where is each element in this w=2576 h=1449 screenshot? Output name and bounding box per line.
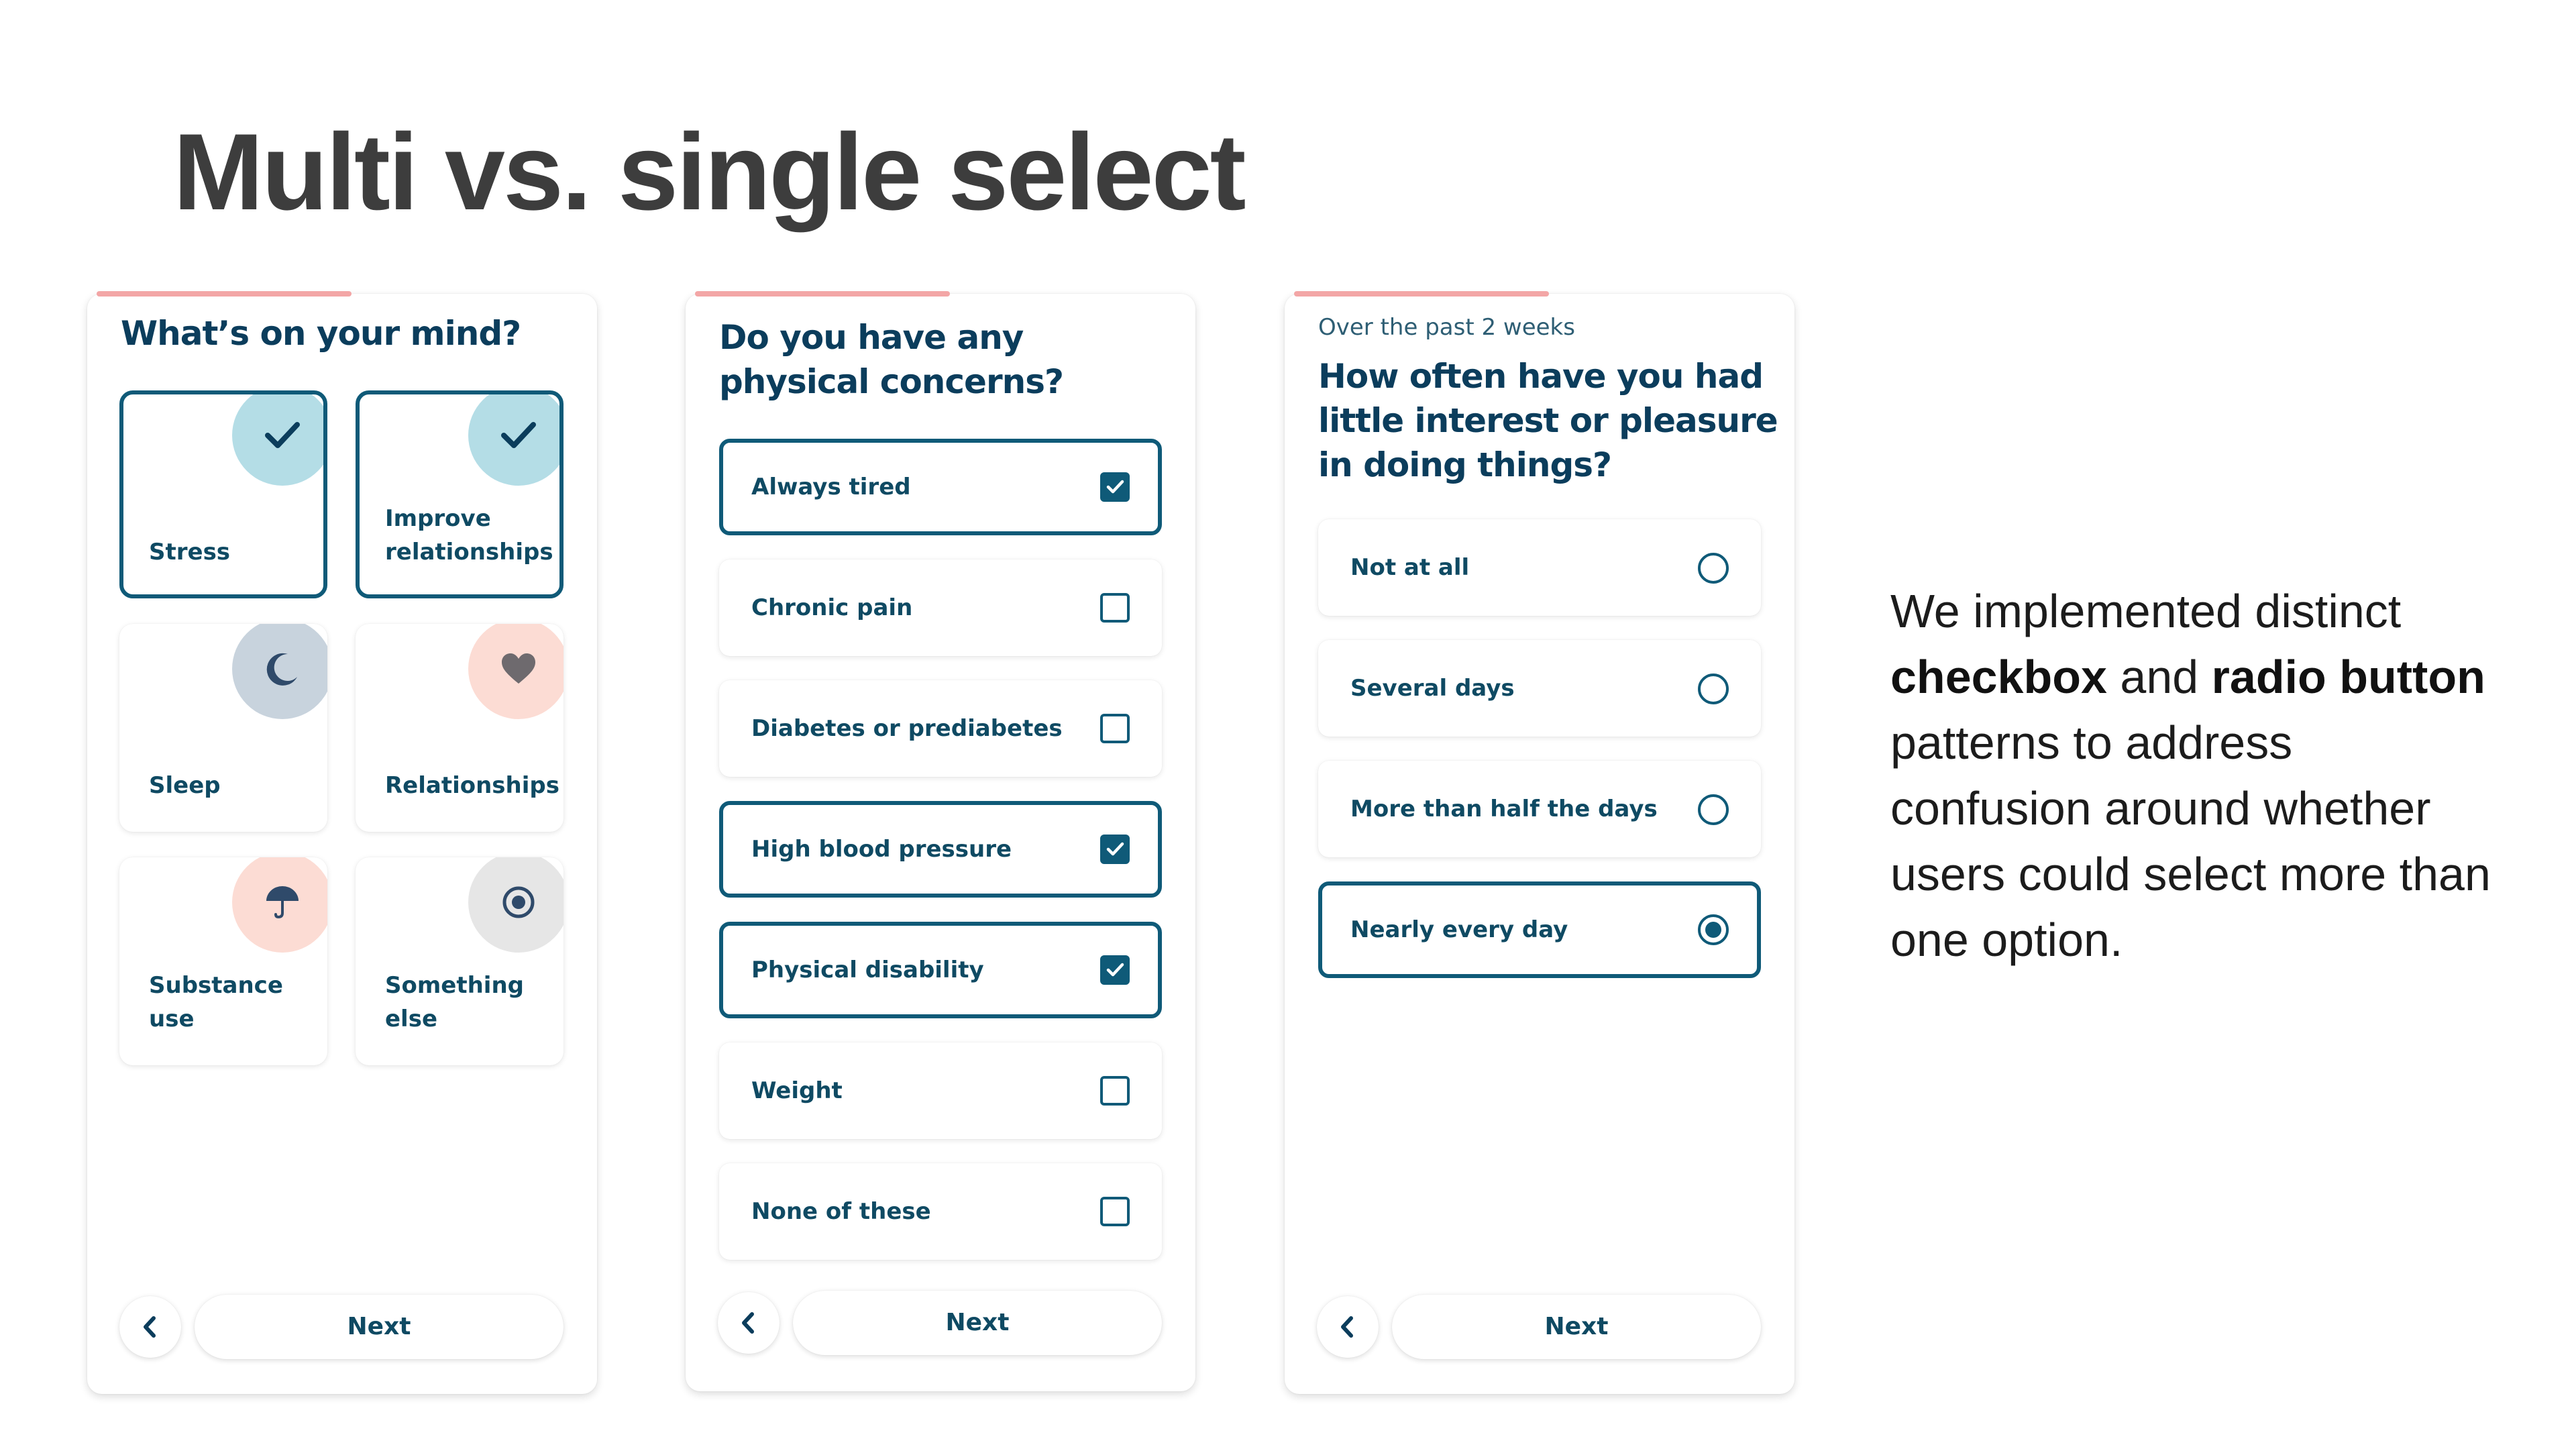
option-always-tired[interactable]: Always tired (719, 439, 1162, 535)
progress-bar (1294, 291, 1549, 297)
option-label: Nearly every day (1350, 916, 1568, 943)
tile-relationships[interactable]: Relationships (356, 624, 564, 832)
back-button[interactable] (1317, 1296, 1379, 1358)
tile-label: Something else (385, 972, 524, 1032)
phone-screen-mind: What’s on your mind? Stress Improve rela… (87, 291, 597, 1394)
checkbox-checked[interactable] (1100, 835, 1130, 864)
option-chronic-pain[interactable]: Chronic pain (719, 559, 1162, 656)
option-label: Weight (751, 1077, 843, 1104)
option-none-of-these[interactable]: None of these (719, 1163, 1162, 1260)
option-diabetes[interactable]: Diabetes or prediabetes (719, 680, 1162, 777)
back-button[interactable] (718, 1292, 780, 1354)
option-label: Chronic pain (751, 594, 913, 621)
radio-dot (1705, 922, 1721, 938)
option-not-at-all[interactable]: Not at all (1318, 519, 1761, 616)
tile-label: Substance use (149, 972, 283, 1032)
check-icon (232, 394, 323, 486)
progress-bar (97, 291, 352, 297)
back-button[interactable] (119, 1296, 181, 1358)
tile-label: Improve relationships (385, 505, 553, 566)
phone-screen-frequency: Over the past 2 weeks How often have you… (1285, 291, 1794, 1394)
option-label: High blood pressure (751, 836, 1012, 863)
radio-unselected[interactable] (1698, 553, 1729, 584)
question-title: Do you have any physical concerns? (719, 315, 1064, 404)
chevron-left-icon (1341, 1316, 1353, 1338)
checkbox-unchecked[interactable] (1100, 1076, 1130, 1106)
checkbox-unchecked[interactable] (1100, 1197, 1130, 1226)
question-title-line: How often have you had (1318, 357, 1764, 396)
progress-bar (695, 291, 950, 297)
option-several-days[interactable]: Several days (1318, 640, 1761, 737)
tile-stress[interactable]: Stress (119, 390, 327, 598)
radio-unselected[interactable] (1698, 674, 1729, 704)
umbrella-icon (232, 857, 327, 953)
option-more-than-half[interactable]: More than half the days (1318, 761, 1761, 857)
chevron-left-icon (144, 1316, 156, 1338)
next-button[interactable]: Next (195, 1295, 564, 1359)
question-title-line: Do you have any (719, 318, 1024, 357)
tile-label: Relationships (385, 772, 559, 799)
checkbox-checked[interactable] (1100, 955, 1130, 985)
check-icon (468, 394, 559, 486)
option-label: Always tired (751, 474, 911, 500)
option-physical-disability[interactable]: Physical disability (719, 922, 1162, 1018)
option-label: Diabetes or prediabetes (751, 715, 1063, 742)
heart-icon (468, 624, 564, 719)
option-weight[interactable]: Weight (719, 1042, 1162, 1139)
option-label: Physical disability (751, 957, 984, 983)
moon-icon (232, 624, 327, 719)
radio-unselected[interactable] (1698, 794, 1729, 825)
phone-screen-physical: Do you have any physical concerns? Alway… (686, 291, 1195, 1391)
option-label: Not at all (1350, 554, 1470, 581)
caption-bold: radio button (2211, 651, 2485, 703)
tile-label: Stress (149, 539, 231, 566)
checkbox-unchecked[interactable] (1100, 593, 1130, 623)
question-title-line: physical concerns? (719, 362, 1064, 401)
caption-text: and (2106, 651, 2212, 703)
option-label: None of these (751, 1198, 931, 1225)
option-high-blood-pressure[interactable]: High blood pressure (719, 801, 1162, 898)
option-label: Several days (1350, 675, 1515, 702)
slide-title: Multi vs. single select (173, 111, 1246, 233)
tile-substance-use[interactable]: Substance use (119, 857, 327, 1065)
question-title: What’s on your mind? (121, 314, 521, 353)
slide-caption: We implemented distinct checkbox and rad… (1890, 578, 2494, 973)
option-label: More than half the days (1350, 796, 1658, 822)
checkbox-unchecked[interactable] (1100, 714, 1130, 743)
tile-improve-relationships[interactable]: Improve relationships (356, 390, 564, 598)
tile-sleep[interactable]: Sleep (119, 624, 327, 832)
next-button[interactable]: Next (1392, 1295, 1761, 1359)
tile-label: Sleep (149, 772, 221, 799)
tile-something-else[interactable]: Something else (356, 857, 564, 1065)
question-title: How often have you had little interest o… (1318, 354, 1778, 487)
caption-bold: checkbox (1890, 651, 2107, 703)
next-button[interactable]: Next (793, 1291, 1162, 1355)
radio-selected[interactable] (1698, 914, 1729, 945)
target-icon (468, 857, 564, 953)
caption-text: We implemented distinct (1890, 585, 2402, 637)
option-nearly-every-day[interactable]: Nearly every day (1318, 881, 1761, 978)
question-subtitle: Over the past 2 weeks (1318, 314, 1575, 341)
checkbox-checked[interactable] (1100, 472, 1130, 502)
caption-text: patterns to address confusion around whe… (1890, 716, 2491, 966)
question-title-line: little interest or pleasure (1318, 401, 1778, 440)
chevron-left-icon (742, 1312, 754, 1334)
question-title-line: in doing things? (1318, 445, 1612, 484)
